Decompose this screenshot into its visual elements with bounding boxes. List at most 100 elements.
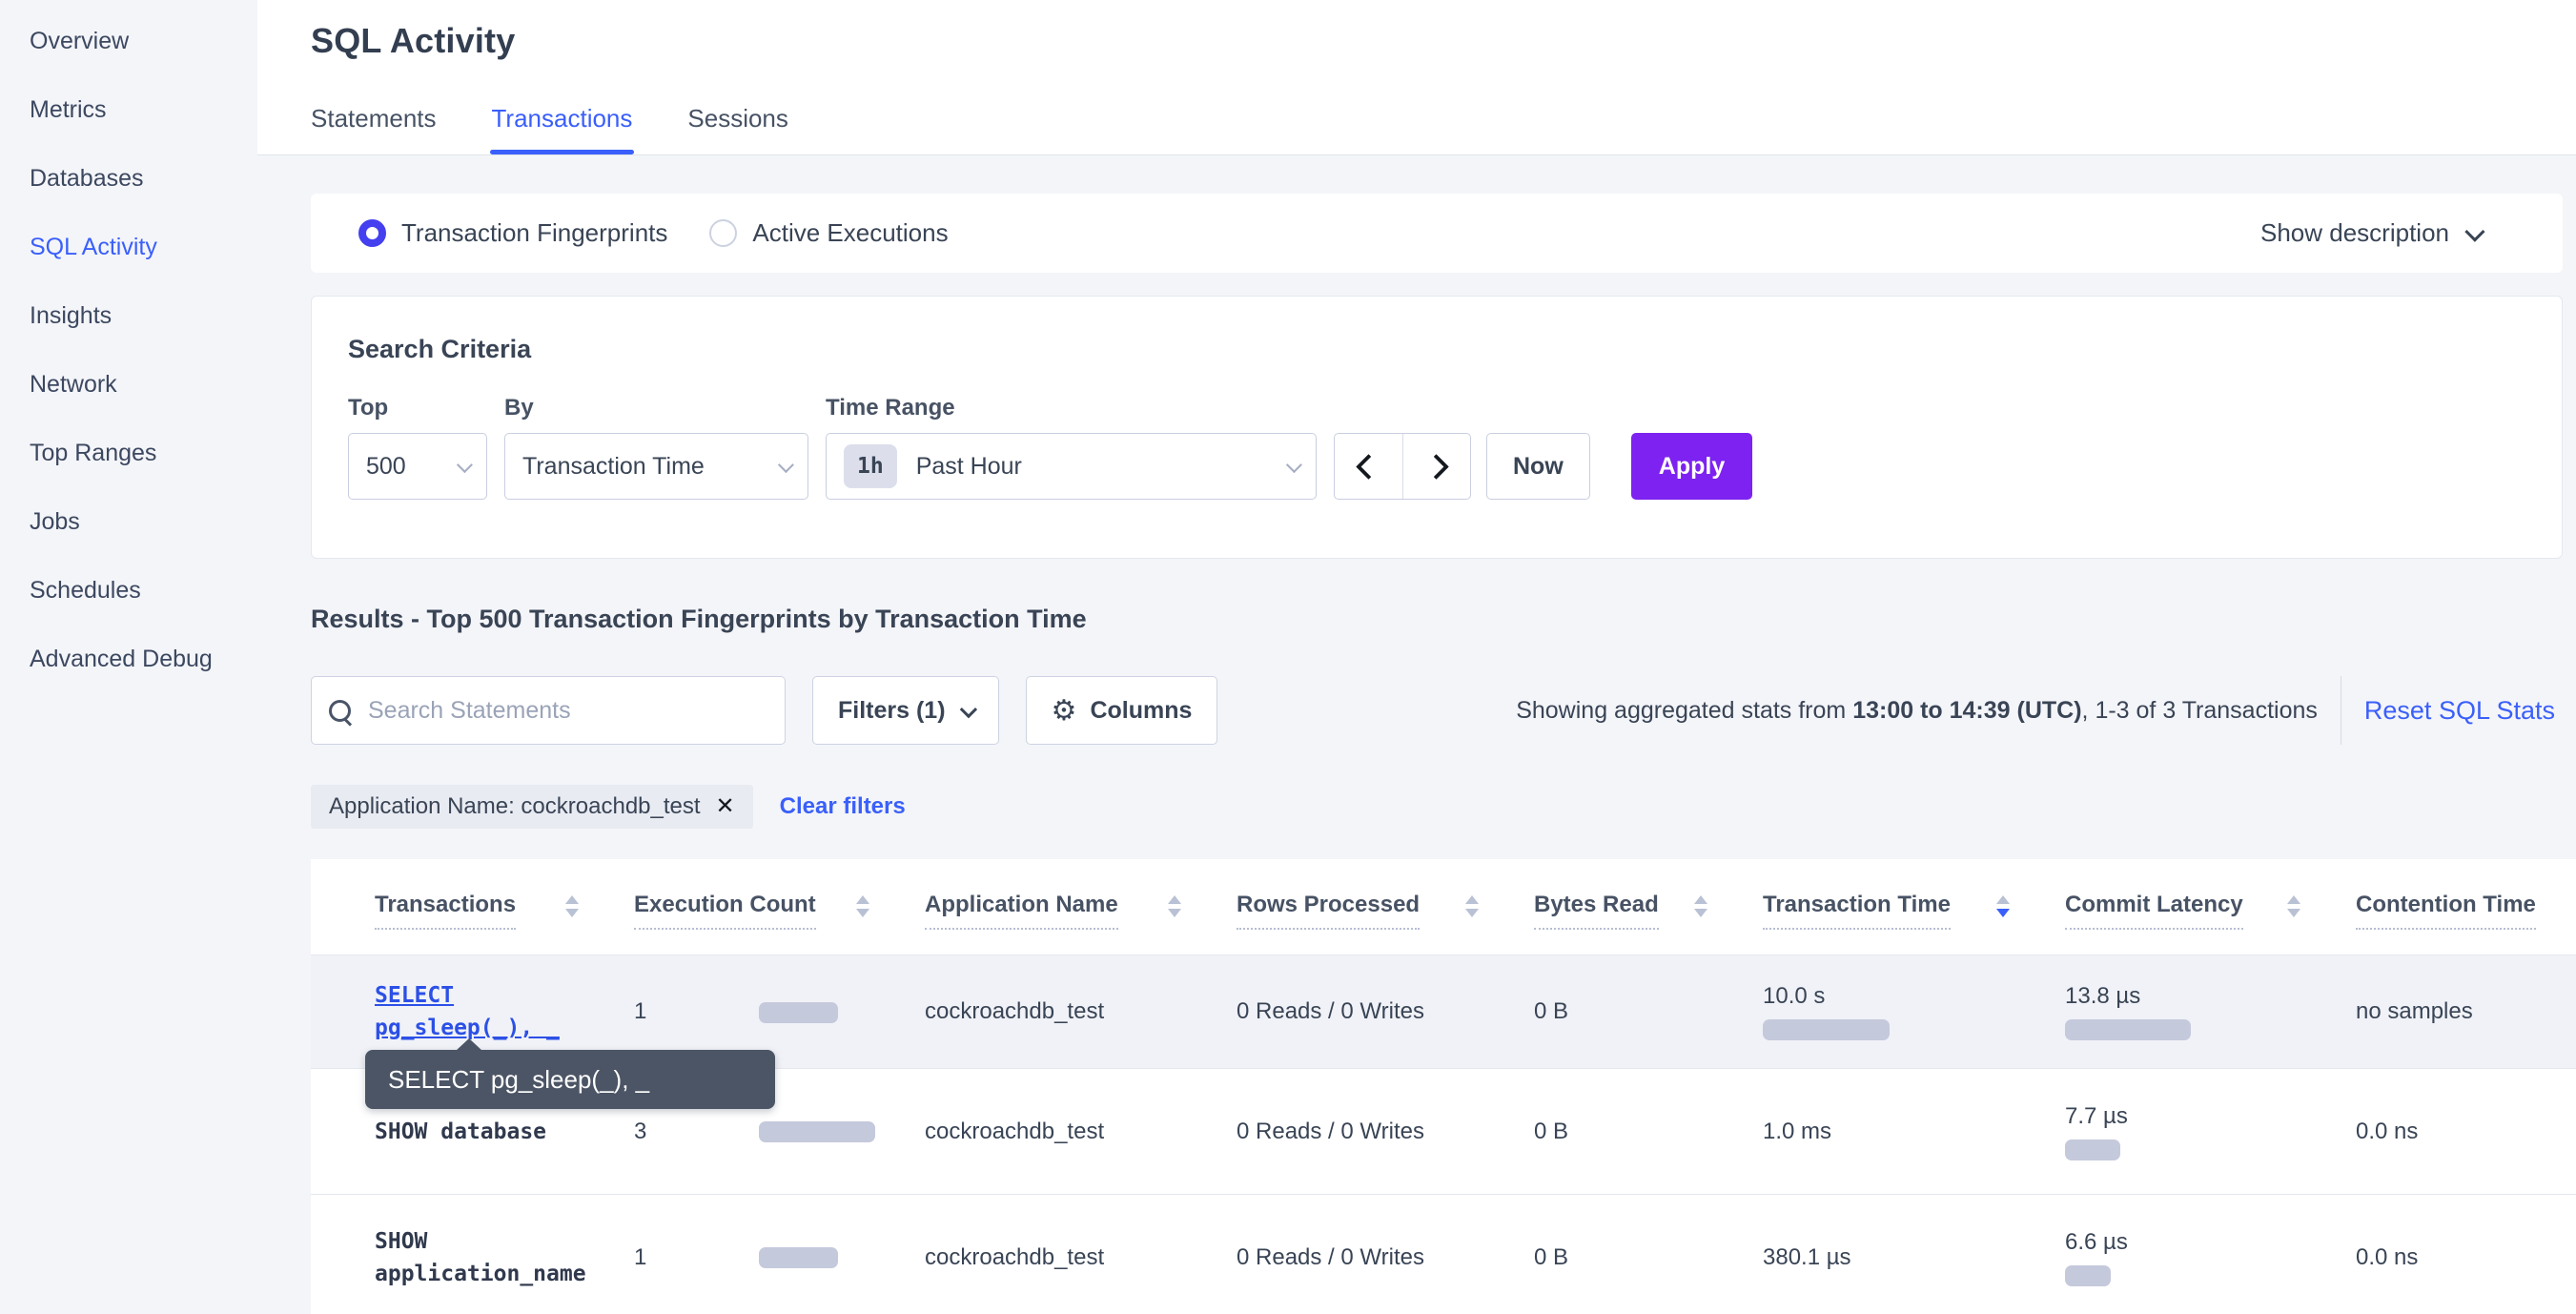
execution-count-cell: 1 [634, 998, 925, 1025]
tab-statements[interactable]: Statements [311, 104, 437, 154]
column-header-label[interactable]: Application Name [925, 892, 1118, 930]
commit-latency-cell-bar [2065, 1139, 2120, 1160]
time-range-select[interactable]: 1h Past Hour [826, 433, 1317, 500]
sort-arrows-icon[interactable] [565, 895, 579, 917]
tooltip-text: SELECT pg_sleep(_), _ [388, 1065, 649, 1095]
sidebar: OverviewMetricsDatabasesSQL ActivityInsi… [0, 0, 257, 1314]
tab-sessions[interactable]: Sessions [687, 104, 788, 154]
sidebar-item-overview[interactable]: Overview [0, 7, 257, 75]
top-select[interactable]: 500 [348, 433, 487, 500]
contention-time-cell: no samples [2356, 998, 2576, 1025]
reset-sql-stats-link[interactable]: Reset SQL Stats [2364, 696, 2563, 726]
sidebar-item-network[interactable]: Network [0, 350, 257, 419]
close-icon[interactable]: ✕ [716, 795, 735, 818]
content-area: Transaction Fingerprints Active Executio… [257, 155, 2576, 1314]
execution-count-cell: 1 [634, 1244, 925, 1271]
table-body: SELECT pg_sleep(_), _1cockroachdb_test0 … [311, 955, 2576, 1314]
radio-unselected-icon[interactable] [709, 219, 737, 247]
aggregated-stats-text: Showing aggregated stats from 13:00 to 1… [1516, 697, 2318, 725]
execution-count-cell: 3 [634, 1119, 925, 1145]
radio-active-executions[interactable]: Active Executions [709, 218, 948, 248]
by-select[interactable]: Transaction Time [504, 433, 808, 500]
sidebar-item-schedules[interactable]: Schedules [0, 556, 257, 625]
sort-arrows-icon[interactable] [1168, 895, 1181, 917]
now-button[interactable]: Now [1486, 433, 1590, 500]
sort-arrows-icon[interactable] [856, 895, 869, 917]
show-description-toggle[interactable]: Show description [2260, 218, 2515, 248]
column-header-label[interactable]: Contention Time [2356, 892, 2536, 930]
by-field: By Transaction Time [504, 395, 808, 500]
sort-arrows-icon[interactable] [1465, 895, 1479, 917]
sort-desc-icon [1168, 909, 1181, 917]
apply-button[interactable]: Apply [1631, 433, 1752, 500]
stats-time-range: 13:00 to 14:39 (UTC) [1852, 697, 2081, 724]
column-header-label[interactable]: Execution Count [634, 892, 816, 930]
filters-button-label: Filters (1) [838, 697, 946, 725]
stats-prefix: Showing aggregated stats from [1516, 697, 1852, 724]
column-header-contention-time: Contention Time [2356, 892, 2576, 930]
bytes-read-cell: 0 B [1534, 1244, 1763, 1271]
sidebar-item-databases[interactable]: Databases [0, 144, 257, 213]
application-name-cell: cockroachdb_test [925, 1119, 1237, 1145]
column-header-label[interactable]: Rows Processed [1237, 892, 1420, 930]
transaction-cell: SHOW application_name [375, 1225, 634, 1290]
chevron-left-icon [1356, 454, 1381, 480]
transaction-link[interactable]: SELECT pg_sleep(_), _ [375, 983, 560, 1040]
chevron-down-icon [2464, 221, 2484, 241]
columns-button-label: Columns [1090, 697, 1192, 725]
column-header-application-name: Application Name [925, 892, 1237, 930]
time-pager: Now Apply [1334, 433, 1752, 500]
column-header-execution-count: Execution Count [634, 892, 925, 930]
tab-transactions[interactable]: Transactions [492, 104, 633, 154]
application-name-cell: cockroachdb_test [925, 998, 1237, 1025]
search-criteria-title: Search Criteria [348, 335, 2525, 364]
radio-selected-icon[interactable] [358, 219, 386, 247]
time-step-control [1334, 433, 1471, 500]
rows-processed-cell: 0 Reads / 0 Writes [1237, 1119, 1534, 1145]
sort-arrows-icon[interactable] [1694, 895, 1707, 917]
columns-button[interactable]: ⚙ Columns [1026, 676, 1218, 745]
execution-count-bar [759, 1247, 838, 1268]
sort-arrows-icon[interactable] [1996, 895, 2010, 917]
sidebar-item-insights[interactable]: Insights [0, 281, 257, 350]
by-label: By [504, 395, 808, 421]
search-input[interactable] [366, 696, 767, 726]
sidebar-item-top-ranges[interactable]: Top Ranges [0, 419, 257, 487]
execution-count-bar [759, 1121, 875, 1142]
column-header-label[interactable]: Transactions [375, 892, 516, 930]
radio-transaction-fingerprints[interactable]: Transaction Fingerprints [358, 218, 667, 248]
sort-asc-icon [565, 895, 579, 904]
sidebar-item-sql-activity[interactable]: SQL Activity [0, 213, 257, 281]
sidebar-item-jobs[interactable]: Jobs [0, 487, 257, 556]
radio-label: Transaction Fingerprints [401, 218, 667, 248]
top-select-value: 500 [366, 453, 406, 481]
sort-desc-icon [1996, 909, 2010, 917]
view-toggle-bar: Transaction Fingerprints Active Executio… [311, 194, 2563, 273]
clear-filters-link[interactable]: Clear filters [780, 793, 906, 820]
sort-desc-icon [1465, 909, 1479, 917]
application-name-cell: cockroachdb_test [925, 1244, 1237, 1271]
filters-button[interactable]: Filters (1) [812, 676, 999, 745]
column-header-label[interactable]: Commit Latency [2065, 892, 2243, 930]
sort-asc-icon [1694, 895, 1707, 904]
rows-processed-cell: 0 Reads / 0 Writes [1237, 998, 1534, 1025]
transaction-text: SHOW application_name [375, 1229, 586, 1286]
sort-arrows-icon[interactable] [2287, 895, 2300, 917]
sidebar-item-metrics[interactable]: Metrics [0, 75, 257, 144]
filter-chip: Application Name: cockroachdb_test ✕ [311, 785, 753, 829]
main-header: SQL Activity StatementsTransactionsSessi… [257, 0, 2576, 155]
next-time-button[interactable] [1402, 434, 1471, 499]
bytes-read-cell: 0 B [1534, 1119, 1763, 1145]
table-row[interactable]: SHOW application_name 1 cockroachdb_test 0 … [311, 1194, 2576, 1314]
sort-desc-icon [2287, 909, 2300, 917]
execution-count-value: 3 [634, 1119, 759, 1145]
execution-count-value: 1 [634, 1244, 759, 1271]
previous-time-button[interactable] [1335, 434, 1402, 499]
search-criteria-card: Search Criteria Top 500 By Transaction T… [311, 296, 2563, 559]
gear-icon: ⚙ [1052, 694, 1077, 728]
column-header-label[interactable]: Transaction Time [1763, 892, 1951, 930]
column-header-label[interactable]: Bytes Read [1534, 892, 1659, 930]
bytes-read-cell: 0 B [1534, 998, 1763, 1025]
top-label: Top [348, 395, 487, 421]
sidebar-item-advanced-debug[interactable]: Advanced Debug [0, 625, 257, 693]
